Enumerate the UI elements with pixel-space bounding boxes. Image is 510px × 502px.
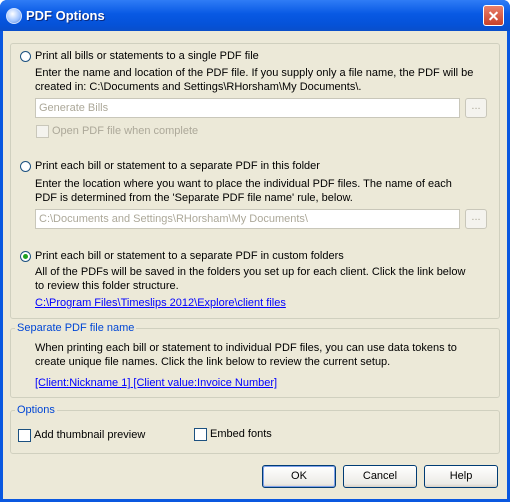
radio-separate-folder-label[interactable]: Print each bill or statement to a separa… (35, 160, 320, 172)
embed-fonts-label[interactable]: Embed fonts (210, 428, 272, 440)
client-files-link[interactable]: C:\Program Files\Timeslips 2012\Explore\… (35, 297, 286, 309)
single-pdf-filename-field[interactable]: Generate Bills (35, 98, 460, 118)
separate-name-group-label: Separate PDF file name (15, 322, 137, 334)
dialog-title: PDF Options (26, 8, 105, 23)
title-bar[interactable]: PDF Options (0, 0, 510, 31)
separate-folder-description: Enter the location where you want to pla… (35, 178, 452, 204)
dialog-window: PDF Options Print all bills or statement… (0, 0, 510, 502)
dialog-body: Print all bills or statements to a singl… (3, 31, 507, 499)
custom-folders-description: All of the PDFs will be saved in the fol… (35, 266, 466, 292)
radio-custom-folders[interactable] (20, 251, 31, 262)
data-tokens-link[interactable]: [Client:Nickname 1] [Client value:Invoic… (35, 377, 277, 389)
radio-single-pdf[interactable] (20, 51, 31, 62)
cancel-button[interactable]: Cancel (343, 465, 417, 488)
ok-button[interactable]: OK (262, 465, 336, 488)
app-icon (6, 8, 22, 24)
open-pdf-label[interactable]: Open PDF file when complete (52, 125, 198, 137)
open-pdf-checkbox[interactable] (36, 125, 49, 138)
separate-name-description: When printing each bill or statement to … (35, 342, 457, 368)
single-pdf-browse-button[interactable]: ... (465, 98, 487, 118)
radio-custom-folders-label[interactable]: Print each bill or statement to a separa… (35, 250, 344, 262)
single-pdf-description: Enter the name and location of the PDF f… (35, 67, 474, 93)
separate-folder-browse-button[interactable]: ... (465, 209, 487, 229)
radio-separate-folder[interactable] (20, 161, 31, 172)
thumbnail-checkbox[interactable] (18, 429, 31, 442)
options-group-label: Options (15, 404, 57, 416)
help-button[interactable]: Help (424, 465, 498, 488)
radio-single-pdf-label[interactable]: Print all bills or statements to a singl… (35, 50, 259, 62)
separate-folder-path-field[interactable]: C:\Documents and Settings\RHorsham\My Do… (35, 209, 460, 229)
close-button[interactable] (483, 5, 504, 26)
thumbnail-label[interactable]: Add thumbnail preview (34, 429, 145, 441)
embed-fonts-checkbox[interactable] (194, 428, 207, 441)
